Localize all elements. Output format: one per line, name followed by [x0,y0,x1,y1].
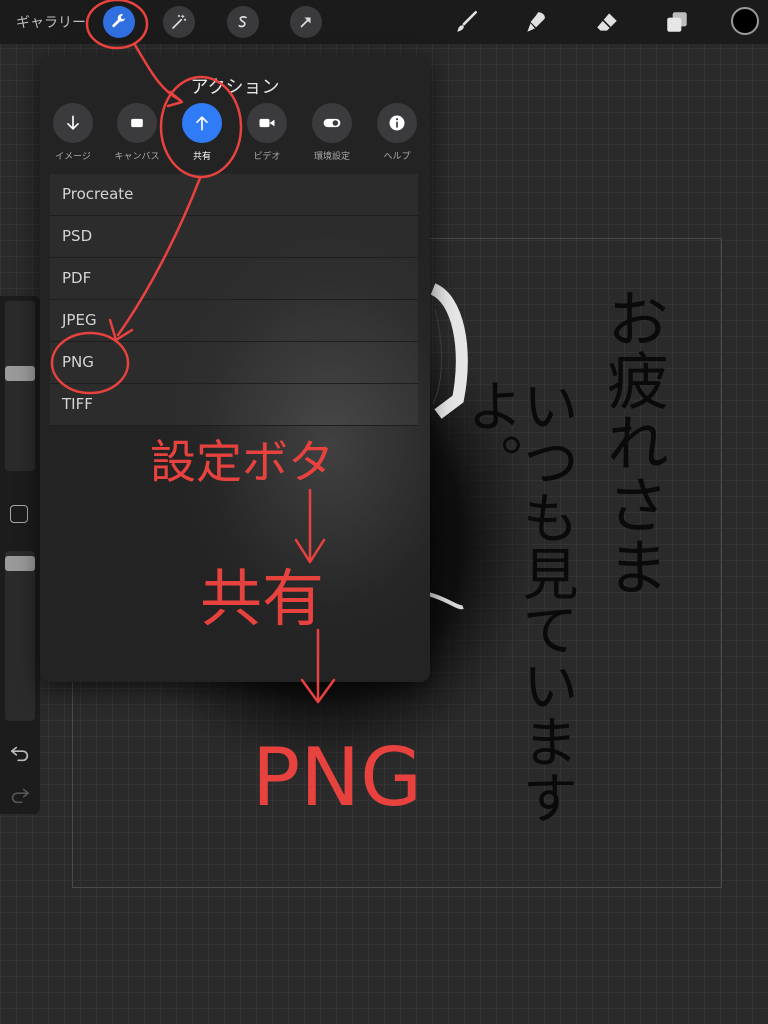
export-jpeg[interactable]: JPEG [50,300,418,342]
actions-panel: アクション イメージ キャンバス 共有 ビデオ 環境設定 ヘルプ Procrea… [40,56,430,682]
export-format-list: Procreate PSD PDF JPEG PNG TIFF [50,174,418,426]
export-tiff[interactable]: TIFF [50,384,418,426]
transform-arrow-icon[interactable] [290,6,322,38]
handwritten-message: お疲れさま [596,287,669,597]
handwritten-message-2: いつも見ていますよ。 [457,377,578,825]
magic-wand-icon[interactable] [163,6,195,38]
export-procreate[interactable]: Procreate [50,174,418,216]
info-icon [389,115,405,131]
color-swatch[interactable] [731,7,759,35]
brush-icon[interactable] [452,8,480,36]
brush-size-slider[interactable] [5,301,35,471]
canvas-icon [131,118,143,128]
opacity-knob[interactable] [5,556,35,571]
toggle-icon [323,118,341,128]
opacity-slider[interactable] [5,551,35,721]
panel-title: アクション [190,77,280,98]
wrench-icon[interactable] [103,6,135,38]
top-toolbar: ギャラリー [0,0,768,44]
share-arrow-up-icon [196,116,208,131]
smudge-icon[interactable] [522,8,550,36]
tab-preferences[interactable]: 環境設定 [302,103,362,162]
eraser-icon[interactable] [593,8,621,36]
brush-size-knob[interactable] [5,366,35,381]
tab-canvas[interactable]: キャンバス [107,103,167,162]
left-sidebar [0,296,40,814]
export-png[interactable]: PNG [50,342,418,384]
video-camera-icon [259,118,275,128]
tab-share[interactable]: 共有 [172,103,232,162]
gallery-button[interactable]: ギャラリー [16,12,86,32]
arrow-down-icon [67,115,79,130]
layers-icon[interactable] [663,8,691,36]
export-psd[interactable]: PSD [50,216,418,258]
tab-help[interactable]: ヘルプ [367,103,427,162]
undo-icon[interactable] [9,742,31,764]
redo-icon[interactable] [9,784,31,806]
selection-icon[interactable] [227,6,259,38]
tab-image[interactable]: イメージ [43,103,103,162]
export-pdf[interactable]: PDF [50,258,418,300]
modify-button[interactable] [10,505,28,523]
tab-video[interactable]: ビデオ [237,103,297,162]
